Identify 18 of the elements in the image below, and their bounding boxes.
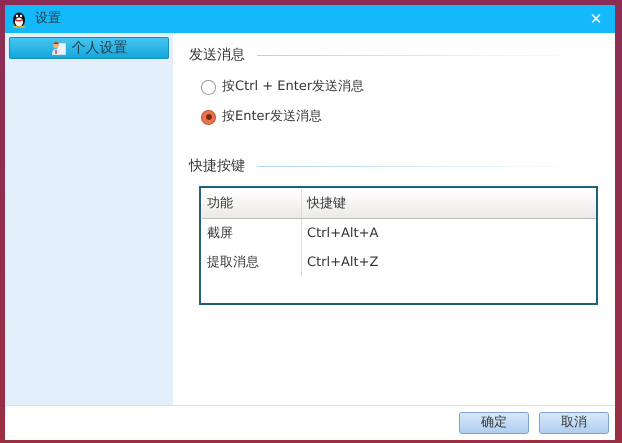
table-cell: 截屏 xyxy=(202,219,302,248)
radio-button[interactable] xyxy=(201,110,216,124)
dialog-button[interactable]: 取消 xyxy=(539,412,609,434)
penguin-icon xyxy=(12,10,26,28)
window-title: 设置 xyxy=(35,10,62,28)
radio-button[interactable] xyxy=(201,80,216,94)
column-header: 快捷键 xyxy=(306,194,347,213)
user-icon xyxy=(50,40,66,56)
column-header: 功能 xyxy=(202,189,302,218)
dialog-button[interactable]: 确定 xyxy=(459,412,529,434)
table-cell: 提取消息 xyxy=(202,248,302,277)
sidebar-item[interactable]: 个人设置 xyxy=(9,37,169,59)
radio-label: 按Enter发送消息 xyxy=(222,108,322,126)
section-title: 快捷按键 xyxy=(189,157,245,176)
table-cell-text: Ctrl+Alt+Z xyxy=(306,254,380,272)
section-title: 发送消息 xyxy=(189,46,245,65)
table-cell-text: Ctrl+Alt+A xyxy=(306,224,380,243)
radio-label: 按Ctrl + Enter发送消息 xyxy=(222,78,364,96)
